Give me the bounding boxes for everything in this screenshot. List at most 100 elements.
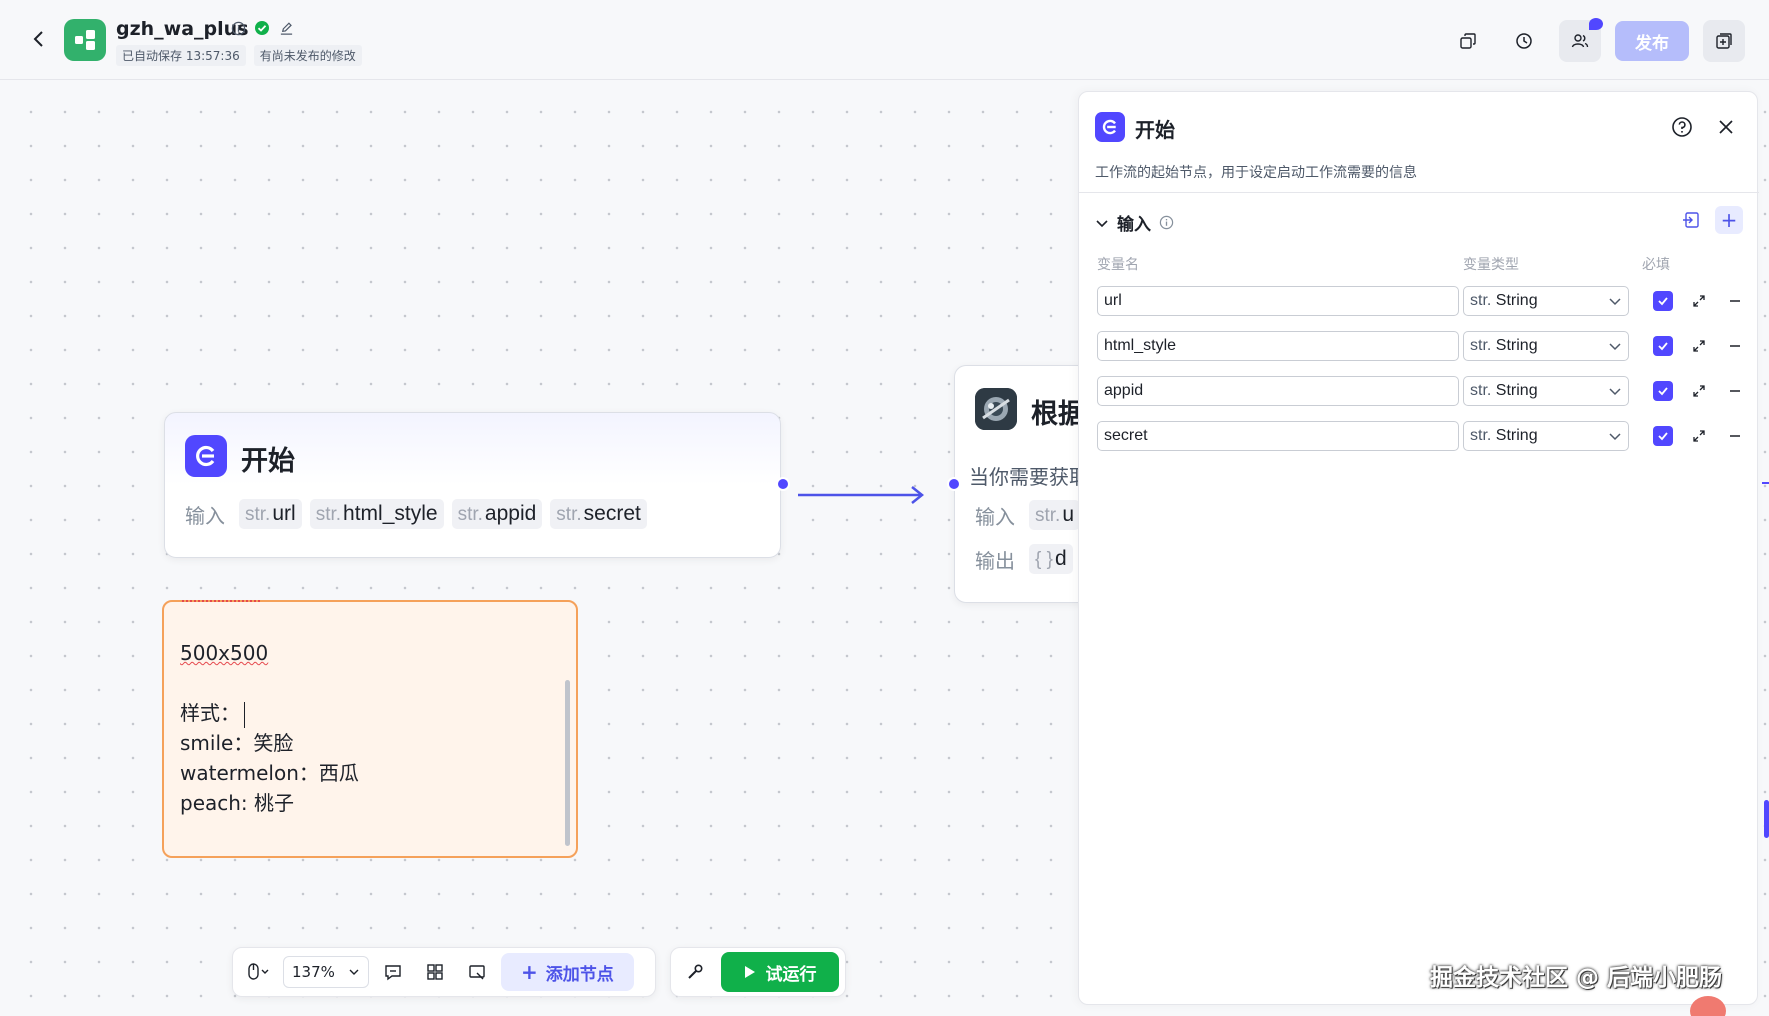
plus-icon: + <box>521 960 538 984</box>
param-tag: str.appid <box>451 499 543 529</box>
required-checkbox[interactable] <box>1653 336 1673 356</box>
column-header-required: 必填 <box>1642 257 1670 273</box>
copy-icon[interactable] <box>1447 20 1489 62</box>
start-node[interactable]: 开始 输入 str.url str.html_style str.appid s… <box>164 412 781 558</box>
note-line: watermelon：西瓜 <box>180 761 359 785</box>
llm-node-input-port[interactable] <box>947 477 961 491</box>
start-node-title: 开始 <box>241 446 295 477</box>
note-line: peach: 桃子 <box>180 791 295 815</box>
add-node-button[interactable]: + 添加节点 <box>501 953 634 991</box>
variable-name-input[interactable] <box>1097 421 1459 451</box>
info-icon[interactable] <box>1159 215 1174 230</box>
layout-icon[interactable] <box>1703 20 1745 62</box>
remove-variable-icon[interactable] <box>1725 426 1745 446</box>
note-scrollbar[interactable] <box>565 680 570 846</box>
note-line: smile：笑脸 <box>180 731 294 755</box>
note-line: 样式： <box>180 698 560 728</box>
text-caret <box>244 701 245 728</box>
start-node-output-port[interactable] <box>776 477 790 491</box>
expand-icon[interactable] <box>1689 381 1709 401</box>
back-chevron-icon[interactable] <box>28 28 50 50</box>
node-config-panel: 开始 工作流的起始节点，用于设定启动工作流需要的信息 输入 + 变量名 变量类型… <box>1078 91 1759 1005</box>
param-tag: { }d <box>1029 544 1073 574</box>
variable-name-input[interactable] <box>1097 286 1459 316</box>
add-variable-button[interactable]: + <box>1715 206 1743 234</box>
variable-row: str. String <box>1097 331 1747 363</box>
param-tag: str.secret <box>550 499 647 529</box>
expand-icon[interactable] <box>1689 291 1709 311</box>
offscreen-edge <box>1762 482 1769 484</box>
required-checkbox[interactable] <box>1653 381 1673 401</box>
panel-title: 开始 <box>1135 118 1175 142</box>
test-run-button[interactable]: 试运行 <box>721 952 839 992</box>
header-actions: 发布 <box>1447 18 1745 62</box>
note-line: 500x500 <box>180 641 269 665</box>
section-title: 输入 <box>1117 215 1151 235</box>
divider <box>1079 192 1759 193</box>
chevron-down-icon <box>1609 298 1621 306</box>
variable-row: str. String <box>1097 376 1747 408</box>
close-icon[interactable] <box>1715 116 1737 138</box>
watermark: 掘金技术社区 @ 后端小肥肠 <box>1430 965 1723 991</box>
panel-description: 工作流的起始节点，用于设定启动工作流需要的信息 <box>1095 165 1417 181</box>
chevron-down-icon <box>1096 219 1108 227</box>
note-line <box>180 668 560 698</box>
app-title: gzh_wa_plus <box>116 18 249 40</box>
llm-node[interactable]: 根据 当你需要获取 输入 str.u 输出 { }d <box>954 365 1084 603</box>
column-header-type: 变量类型 <box>1463 257 1519 273</box>
chevron-down-icon <box>1609 433 1621 441</box>
remove-variable-icon[interactable] <box>1725 291 1745 311</box>
play-icon <box>744 966 755 978</box>
zoom-value: 137% <box>292 963 335 981</box>
status-badges: 已自动保存 13:57:36 有尚未发布的修改 <box>116 45 362 66</box>
llm-node-outputs: 输出 { }d <box>975 544 1073 574</box>
variable-name-input[interactable] <box>1097 331 1459 361</box>
note-card[interactable]: 500x500 样式： smile：笑脸 watermelon：西瓜 peach… <box>162 600 578 858</box>
start-node-inputs: 输入 str.url str.html_style str.appid str.… <box>185 499 647 529</box>
llm-node-title: 根据 <box>1031 399 1084 430</box>
remove-variable-icon[interactable] <box>1725 381 1745 401</box>
variable-type-select[interactable]: str. String <box>1463 286 1629 316</box>
grid-layout-icon[interactable] <box>417 954 453 990</box>
help-icon[interactable] <box>1671 116 1693 138</box>
input-section-header[interactable]: 输入 <box>1095 210 1174 235</box>
variable-name-input[interactable] <box>1097 376 1459 406</box>
required-checkbox[interactable] <box>1653 426 1673 446</box>
wrench-icon[interactable] <box>677 954 713 990</box>
mouse-mode-button[interactable] <box>241 954 277 990</box>
variable-type-select[interactable]: str. String <box>1463 331 1629 361</box>
chevron-down-icon <box>1609 343 1621 351</box>
connection-edge[interactable] <box>798 484 928 506</box>
edit-icon[interactable] <box>278 20 294 36</box>
chevron-down-icon <box>349 969 359 975</box>
remove-variable-icon[interactable] <box>1725 336 1745 356</box>
notification-badge-icon <box>1589 18 1603 30</box>
app-logo-icon <box>64 19 106 61</box>
llm-node-inputs: 输入 str.u <box>975 500 1081 530</box>
import-icon[interactable] <box>1677 206 1705 234</box>
variable-row: str. String <box>1097 421 1747 453</box>
offscreen-handle[interactable] <box>1764 800 1769 838</box>
param-tag: str.html_style <box>309 499 444 529</box>
variable-row: str. String <box>1097 286 1747 318</box>
top-header: gzh_wa_plus 已自动保存 13:57:36 有尚未发布的修改 发布 <box>0 0 1769 80</box>
param-tag: str.u <box>1029 500 1081 530</box>
history-icon[interactable] <box>1503 20 1545 62</box>
unpublished-badge: 有尚未发布的修改 <box>253 45 362 66</box>
expand-icon[interactable] <box>1689 426 1709 446</box>
expand-icon[interactable] <box>1689 336 1709 356</box>
variable-type-select[interactable]: str. String <box>1463 376 1629 406</box>
comment-icon[interactable] <box>375 954 411 990</box>
note-spellcheck-mark <box>182 600 260 604</box>
verified-check-icon <box>254 20 270 36</box>
run-toolbar: 试运行 <box>670 947 846 997</box>
variable-type-select[interactable]: str. String <box>1463 421 1629 451</box>
publish-button[interactable]: 发布 <box>1615 21 1689 61</box>
zoom-select[interactable]: 137% <box>283 956 369 988</box>
start-node-icon <box>185 435 227 477</box>
minimap-icon[interactable] <box>459 954 495 990</box>
collaborators-icon[interactable] <box>1559 18 1603 62</box>
param-tag: str.url <box>239 499 302 529</box>
required-checkbox[interactable] <box>1653 291 1673 311</box>
info-icon[interactable] <box>230 20 246 36</box>
